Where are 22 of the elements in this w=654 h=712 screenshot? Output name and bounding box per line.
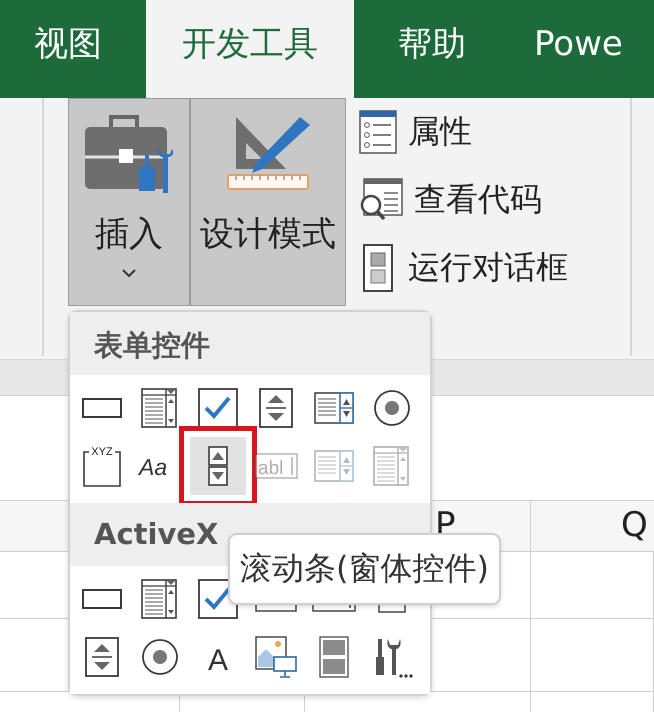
properties-icon <box>358 109 398 155</box>
tooltip: 滚动条(窗体控件) <box>228 533 501 605</box>
section-heading: 表单控件 <box>70 312 430 375</box>
run-dialog-button[interactable]: 运行对话框 <box>358 244 630 292</box>
scroll-bar-tool[interactable] <box>190 437 246 495</box>
label-tool[interactable]: A <box>190 628 246 686</box>
label-icon: Aa <box>138 444 182 488</box>
view-code-button[interactable]: 查看代码 <box>358 176 630 224</box>
label-icon: A <box>196 635 240 679</box>
group-box-tool[interactable]: XYZ <box>74 437 130 495</box>
insert-button[interactable]: 插入 <box>68 98 190 306</box>
image-icon <box>254 635 298 679</box>
column-header: Q <box>621 505 648 545</box>
ribbon-tab[interactable]: Powe <box>500 0 654 98</box>
view-code-icon <box>358 177 404 223</box>
design-mode-button[interactable]: 设计模式 <box>190 98 346 306</box>
ribbon-tab[interactable]: 视图 <box>0 0 136 98</box>
ribbon-tab[interactable]: 开发工具 <box>146 0 354 98</box>
caret-icon <box>122 269 136 278</box>
label-tool[interactable]: Aa <box>132 437 188 495</box>
properties-button[interactable]: 属性 <box>358 108 630 156</box>
ribbon-tab[interactable]: 帮助 <box>364 0 500 98</box>
